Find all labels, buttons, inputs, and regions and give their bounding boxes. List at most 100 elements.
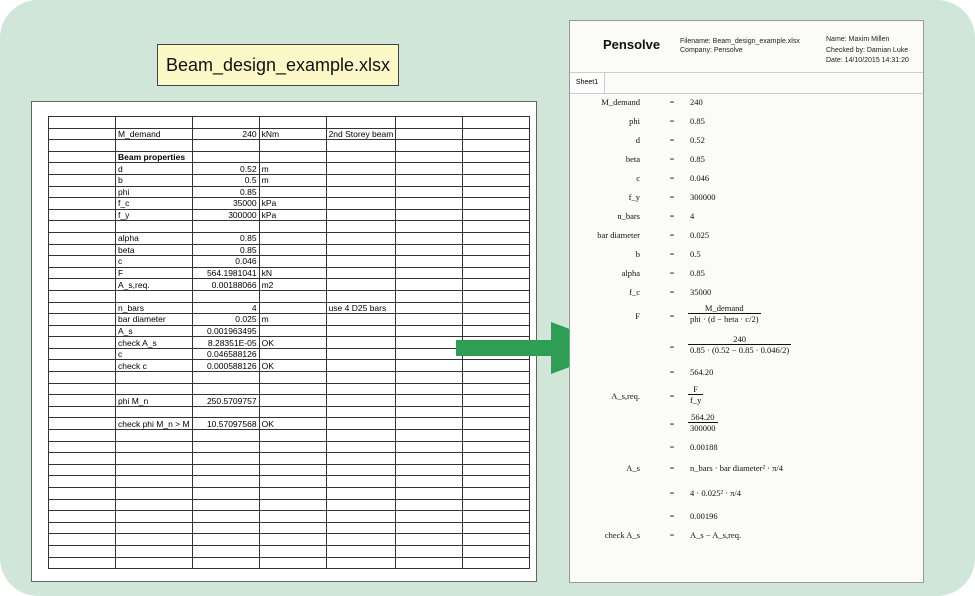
sheet-cell[interactable] <box>462 197 531 210</box>
sheet-cell[interactable] <box>395 405 464 419</box>
sheet-cell[interactable] <box>395 139 464 152</box>
sheet-cell[interactable] <box>462 429 531 442</box>
sheet-cell[interactable] <box>462 150 531 164</box>
sheet-cell[interactable]: 564.1981041 <box>191 266 260 280</box>
sheet-cell[interactable] <box>48 463 116 477</box>
sheet-cell[interactable] <box>258 405 327 419</box>
sheet-cell[interactable]: F <box>115 266 193 280</box>
sheet-cell[interactable]: 0.85 <box>191 185 260 199</box>
sheet-cell[interactable] <box>395 185 464 199</box>
sheet-cell[interactable] <box>191 220 260 233</box>
sheet-cell[interactable]: bar diameter <box>115 313 193 326</box>
sheet-cell[interactable]: f_y <box>115 208 193 222</box>
sheet-cell[interactable] <box>258 116 327 129</box>
sheet-cell[interactable] <box>258 220 327 233</box>
sheet-cell[interactable] <box>462 417 531 431</box>
sheet-cell[interactable] <box>258 243 327 257</box>
sheet-cell[interactable] <box>191 544 260 558</box>
sheet-cell[interactable] <box>115 498 193 512</box>
sheet-cell[interactable] <box>115 510 193 523</box>
sheet-cell[interactable] <box>325 533 397 546</box>
sheet-cell[interactable] <box>48 278 116 291</box>
sheet-cell[interactable] <box>325 521 397 535</box>
sheet-cell[interactable]: m2 <box>258 278 327 291</box>
sheet-cell[interactable]: d <box>115 162 193 175</box>
sheet-cell[interactable] <box>48 452 116 465</box>
sheet-cell[interactable] <box>48 116 116 129</box>
sheet-cell[interactable] <box>462 116 531 129</box>
sheet-cell[interactable] <box>325 150 397 164</box>
sheet-cell[interactable] <box>48 313 116 326</box>
sheet-cell[interactable]: Beam properties <box>115 150 193 164</box>
sheet-cell[interactable] <box>258 371 327 384</box>
sheet-cell[interactable]: 0.5 <box>191 173 260 187</box>
sheet-cell[interactable]: use 4 D25 bars <box>325 301 397 315</box>
sheet-cell[interactable] <box>258 382 327 396</box>
sheet-cell[interactable] <box>48 556 116 570</box>
sheet-cell[interactable]: kPa <box>258 197 327 210</box>
sheet-cell[interactable] <box>462 139 531 152</box>
sheet-cell[interactable] <box>325 313 397 326</box>
sheet-cell[interactable] <box>191 556 260 570</box>
sheet-cell[interactable] <box>48 405 116 419</box>
sheet-cell[interactable]: 300000 <box>191 208 260 222</box>
sheet-cell[interactable] <box>115 487 193 500</box>
sheet-cell[interactable] <box>325 347 397 361</box>
sheet-cell[interactable] <box>115 371 193 384</box>
sheet-cell[interactable] <box>115 556 193 570</box>
sheet-cell[interactable] <box>191 498 260 512</box>
sheet-cell[interactable] <box>191 405 260 419</box>
sheet-cell[interactable]: A_s,req. <box>115 278 193 291</box>
sheet-cell[interactable]: check A_s <box>115 336 193 349</box>
sheet-cell[interactable] <box>48 231 116 245</box>
sheet-cell[interactable] <box>258 139 327 152</box>
sheet-cell[interactable] <box>395 452 464 465</box>
sheet-cell[interactable] <box>462 243 531 257</box>
sheet-cell[interactable] <box>48 394 116 407</box>
sheet-cell[interactable] <box>462 162 531 175</box>
sheet-cell[interactable] <box>258 475 327 488</box>
sheet-cell[interactable] <box>258 487 327 500</box>
sheet-cell[interactable] <box>462 394 531 407</box>
sheet-cell[interactable] <box>325 429 397 442</box>
sheet-cell[interactable] <box>325 220 397 233</box>
sheet-cell[interactable] <box>191 521 260 535</box>
sheet-cell[interactable] <box>115 475 193 488</box>
sheet-cell[interactable] <box>395 208 464 222</box>
sheet-cell[interactable]: beta <box>115 243 193 257</box>
sheet-cell[interactable] <box>462 278 531 291</box>
sheet-cell[interactable]: OK <box>258 417 327 431</box>
sheet-cell[interactable]: 240 <box>191 127 260 141</box>
sheet-cell[interactable] <box>325 371 397 384</box>
sheet-cell[interactable]: 0.85 <box>191 243 260 257</box>
sheet-cell[interactable] <box>462 544 531 558</box>
sheet-cell[interactable]: c <box>115 347 193 361</box>
sheet-cell[interactable] <box>258 510 327 523</box>
sheet-cell[interactable] <box>462 533 531 546</box>
sheet-cell[interactable] <box>48 371 116 384</box>
sheet-cell[interactable]: alpha <box>115 231 193 245</box>
sheet-cell[interactable] <box>115 429 193 442</box>
sheet-cell[interactable] <box>462 127 531 141</box>
sheet-cell[interactable]: phi M_n <box>115 394 193 407</box>
sheet-cell[interactable] <box>48 498 116 512</box>
sheet-cell[interactable] <box>48 208 116 222</box>
sheet-cell[interactable] <box>462 266 531 280</box>
sheet-cell[interactable] <box>395 255 464 268</box>
sheet-cell[interactable] <box>115 382 193 396</box>
sheet-cell[interactable] <box>395 278 464 291</box>
sheet-cell[interactable] <box>462 382 531 396</box>
sheet-cell[interactable] <box>462 173 531 187</box>
sheet-cell[interactable] <box>395 220 464 233</box>
sheet-cell[interactable] <box>48 162 116 175</box>
sheet-cell[interactable] <box>48 266 116 280</box>
sheet-cell[interactable]: 0.001963495 <box>191 324 260 338</box>
sheet-cell[interactable] <box>48 139 116 152</box>
sheet-cell[interactable] <box>395 429 464 442</box>
sheet-cell[interactable] <box>48 173 116 187</box>
sheet-cell[interactable] <box>325 289 397 303</box>
sheet-cell[interactable] <box>258 324 327 338</box>
sheet-cell[interactable] <box>325 208 397 222</box>
sheet-cell[interactable] <box>462 440 531 454</box>
sheet-cell[interactable]: 0.000588126 <box>191 359 260 373</box>
